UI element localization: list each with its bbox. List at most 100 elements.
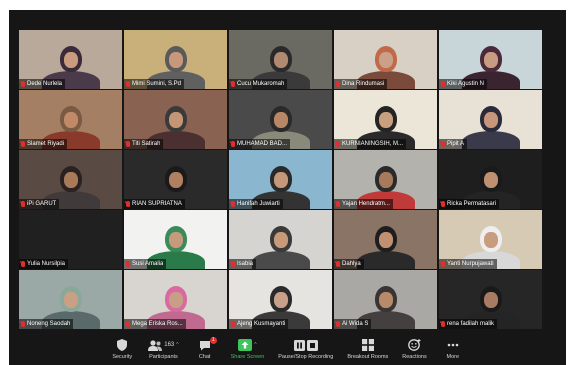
participant-name: Pipit A <box>447 141 465 147</box>
participant-shoulders <box>461 131 520 149</box>
participant-face <box>63 232 78 248</box>
participant-name-bar: Dahlya <box>334 259 364 269</box>
participant-name-bar: Kiki Agustin N <box>439 79 488 89</box>
participant-video-tile[interactable]: Titi Satirah <box>124 90 227 149</box>
participant-face <box>273 112 288 128</box>
reactions-button[interactable]: Reactions <box>402 338 427 360</box>
participant-name-bar: Susi Amalia <box>124 259 167 269</box>
participant-video-tile[interactable]: Kiki Agustin N <box>439 30 542 89</box>
share-screen-label: Share Screen <box>230 354 265 360</box>
participant-name-bar: Mimi Sumini, S.Pd <box>124 79 185 89</box>
participant-video-tile[interactable]: Mimi Sumini, S.Pd <box>124 30 227 89</box>
participant-name-bar: Dede Nurlela <box>19 79 66 89</box>
participant-name: Yanti Nurpujawati <box>447 261 494 267</box>
breakout-rooms-icon <box>361 339 374 351</box>
muted-mic-icon <box>336 261 340 267</box>
participant-name-bar: Dina Rindumasi <box>334 79 388 89</box>
participant-video-tile[interactable]: Pipit A <box>439 90 542 149</box>
participant-face <box>273 292 288 308</box>
share-screen-button[interactable]: ^ Share Screen <box>230 338 265 360</box>
participant-video-tile[interactable]: MUHAMAD BAD... <box>229 90 332 149</box>
participant-face <box>483 232 498 248</box>
participant-video-tile[interactable]: Yulia Nursilpia <box>19 210 122 269</box>
muted-mic-icon <box>441 201 445 207</box>
participant-name: rena fadilah malik <box>447 321 495 327</box>
participant-face <box>168 172 183 188</box>
muted-mic-icon <box>231 201 235 207</box>
participants-count: 163 <box>164 342 175 348</box>
caret-up-icon[interactable]: ^ <box>176 342 178 348</box>
participant-face <box>168 112 183 128</box>
participant-video-tile[interactable]: Mega Eriska Ros... <box>124 270 227 329</box>
recording-button[interactable]: Pause/Stop Recording <box>278 338 333 360</box>
muted-mic-icon <box>126 321 130 327</box>
participant-face <box>63 292 78 308</box>
breakout-rooms-button[interactable]: Breakout Rooms <box>347 338 388 360</box>
participant-name-bar: Ajeng Kusmayanti <box>229 319 289 329</box>
participant-name: Cucu Mukaromah <box>237 81 285 87</box>
participant-video-tile[interactable]: Ajeng Kusmayanti <box>229 270 332 329</box>
participant-video-tile[interactable]: Susi Amalia <box>124 210 227 269</box>
participant-name: KURNIANINGSIH, M... <box>342 141 404 147</box>
security-button[interactable]: Security <box>110 338 134 360</box>
participant-name-bar: Titi Satirah <box>124 139 164 149</box>
security-label: Security <box>112 354 133 360</box>
participant-video-tile[interactable]: Slamet Riyadi <box>19 90 122 149</box>
participant-video-tile[interactable]: Ai Wida S <box>334 270 437 329</box>
muted-mic-icon <box>231 261 235 267</box>
participant-video-tile[interactable]: rena fadilah malik <box>439 270 542 329</box>
muted-mic-icon <box>336 201 340 207</box>
more-button[interactable]: More <box>441 338 465 360</box>
chat-button[interactable]: 1 Chat <box>193 337 217 360</box>
participant-face <box>168 292 183 308</box>
muted-mic-icon <box>126 201 130 207</box>
participants-button[interactable]: 163 ^ Participants <box>148 338 179 360</box>
participant-video-tile[interactable]: iPi GARUT <box>19 150 122 209</box>
participant-video-tile[interactable]: Noneng Saodah <box>19 270 122 329</box>
participant-name: Mega Eriska Ros... <box>132 321 183 327</box>
participant-name-bar: Cucu Mukaromah <box>229 79 288 89</box>
muted-mic-icon <box>231 141 235 147</box>
participant-name: Ajeng Kusmayanti <box>237 321 286 327</box>
participant-face <box>483 52 498 68</box>
participant-name-bar: Isabia <box>229 259 257 269</box>
participant-face <box>378 52 393 68</box>
chat-badge: 1 <box>209 337 217 344</box>
caret-up-icon[interactable]: ^ <box>254 342 256 348</box>
participant-name-bar: Hanifah Juwiarti <box>229 199 283 209</box>
participant-video-tile[interactable]: Dede Nurlela <box>19 30 122 89</box>
participant-video-tile[interactable]: Cucu Mukaromah <box>229 30 332 89</box>
recording-icon <box>293 339 318 351</box>
participant-video-tile[interactable]: Yajan Hendratm... <box>334 150 437 209</box>
participant-name: Kiki Agustin N <box>447 81 485 87</box>
participant-video-tile[interactable]: Dahlya <box>334 210 437 269</box>
participant-name-bar: Yanti Nurpujawati <box>439 259 497 269</box>
breakout-rooms-label: Breakout Rooms <box>347 354 389 360</box>
muted-mic-icon <box>336 321 340 327</box>
participant-name-bar: Ai Wida S <box>334 319 372 329</box>
participant-video-tile[interactable]: Ricka Permatasari <box>439 150 542 209</box>
muted-mic-icon <box>21 141 25 147</box>
muted-mic-icon <box>21 81 25 87</box>
participant-video-tile[interactable]: Yanti Nurpujawati <box>439 210 542 269</box>
participant-video-tile[interactable]: KURNIANINGSIH, M... <box>334 90 437 149</box>
participant-name-bar: Pipit A <box>439 139 468 149</box>
participant-face <box>168 52 183 68</box>
shield-icon <box>117 339 128 351</box>
muted-mic-icon <box>441 81 445 87</box>
participant-name: Slamet Riyadi <box>27 141 65 147</box>
participant-video-tile[interactable]: Dina Rindumasi <box>334 30 437 89</box>
muted-mic-icon <box>441 141 445 147</box>
participant-name-bar: Slamet Riyadi <box>19 139 68 149</box>
participant-name: MUHAMAD BAD... <box>237 141 288 147</box>
participant-video-tile[interactable]: RIAN SUPRIATNA <box>124 150 227 209</box>
participants-icon <box>148 339 163 351</box>
participant-face <box>378 172 393 188</box>
participant-video-tile[interactable]: Isabia <box>229 210 332 269</box>
participant-name: Dede Nurlela <box>27 81 63 87</box>
participant-face <box>63 52 78 68</box>
participant-name: Dina Rindumasi <box>342 81 385 87</box>
participant-name-bar: Mega Eriska Ros... <box>124 319 186 329</box>
participant-name: Mimi Sumini, S.Pd <box>132 81 182 87</box>
participant-video-tile[interactable]: Hanifah Juwiarti <box>229 150 332 209</box>
